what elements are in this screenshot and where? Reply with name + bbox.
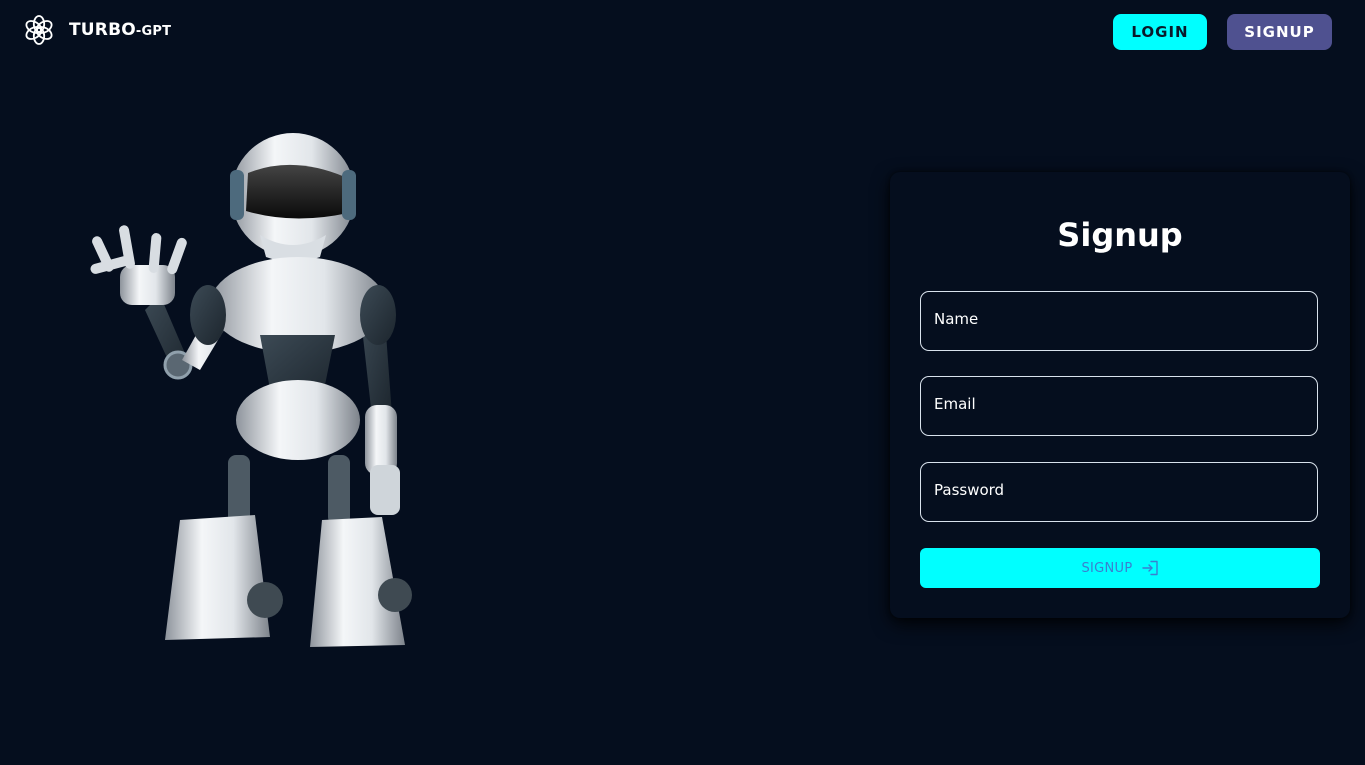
email-field-label: Email — [934, 395, 976, 413]
name-field-label: Name — [934, 310, 979, 328]
openai-logo-icon — [25, 15, 53, 45]
password-field-label: Password — [934, 481, 1005, 499]
brand[interactable]: TURBO-GPT — [23, 14, 171, 46]
signup-card: Signup Name Email Password SIGNUP — [890, 172, 1350, 618]
signup-page: TURBO-GPT LOGIN SIGNUP Signup Name Email… — [0, 0, 1365, 765]
email-field[interactable]: Email — [920, 376, 1318, 436]
signup-submit-button[interactable]: SIGNUP — [920, 548, 1320, 588]
waving-robot-illustration — [90, 133, 412, 647]
signup-title: Signup — [1057, 216, 1183, 254]
brand-name-suffix: -GPT — [135, 24, 172, 39]
brand-name: TURBO-GPT — [69, 20, 171, 40]
password-field[interactable]: Password — [920, 462, 1318, 522]
signup-nav-button[interactable]: SIGNUP — [1227, 14, 1332, 50]
signup-submit-label: SIGNUP — [1081, 560, 1133, 576]
brand-name-main: TURBO — [69, 20, 136, 40]
login-button[interactable]: LOGIN — [1113, 14, 1207, 50]
top-nav: TURBO-GPT LOGIN SIGNUP — [0, 0, 1365, 64]
name-field[interactable]: Name — [920, 291, 1318, 351]
login-arrow-icon — [1141, 560, 1158, 576]
